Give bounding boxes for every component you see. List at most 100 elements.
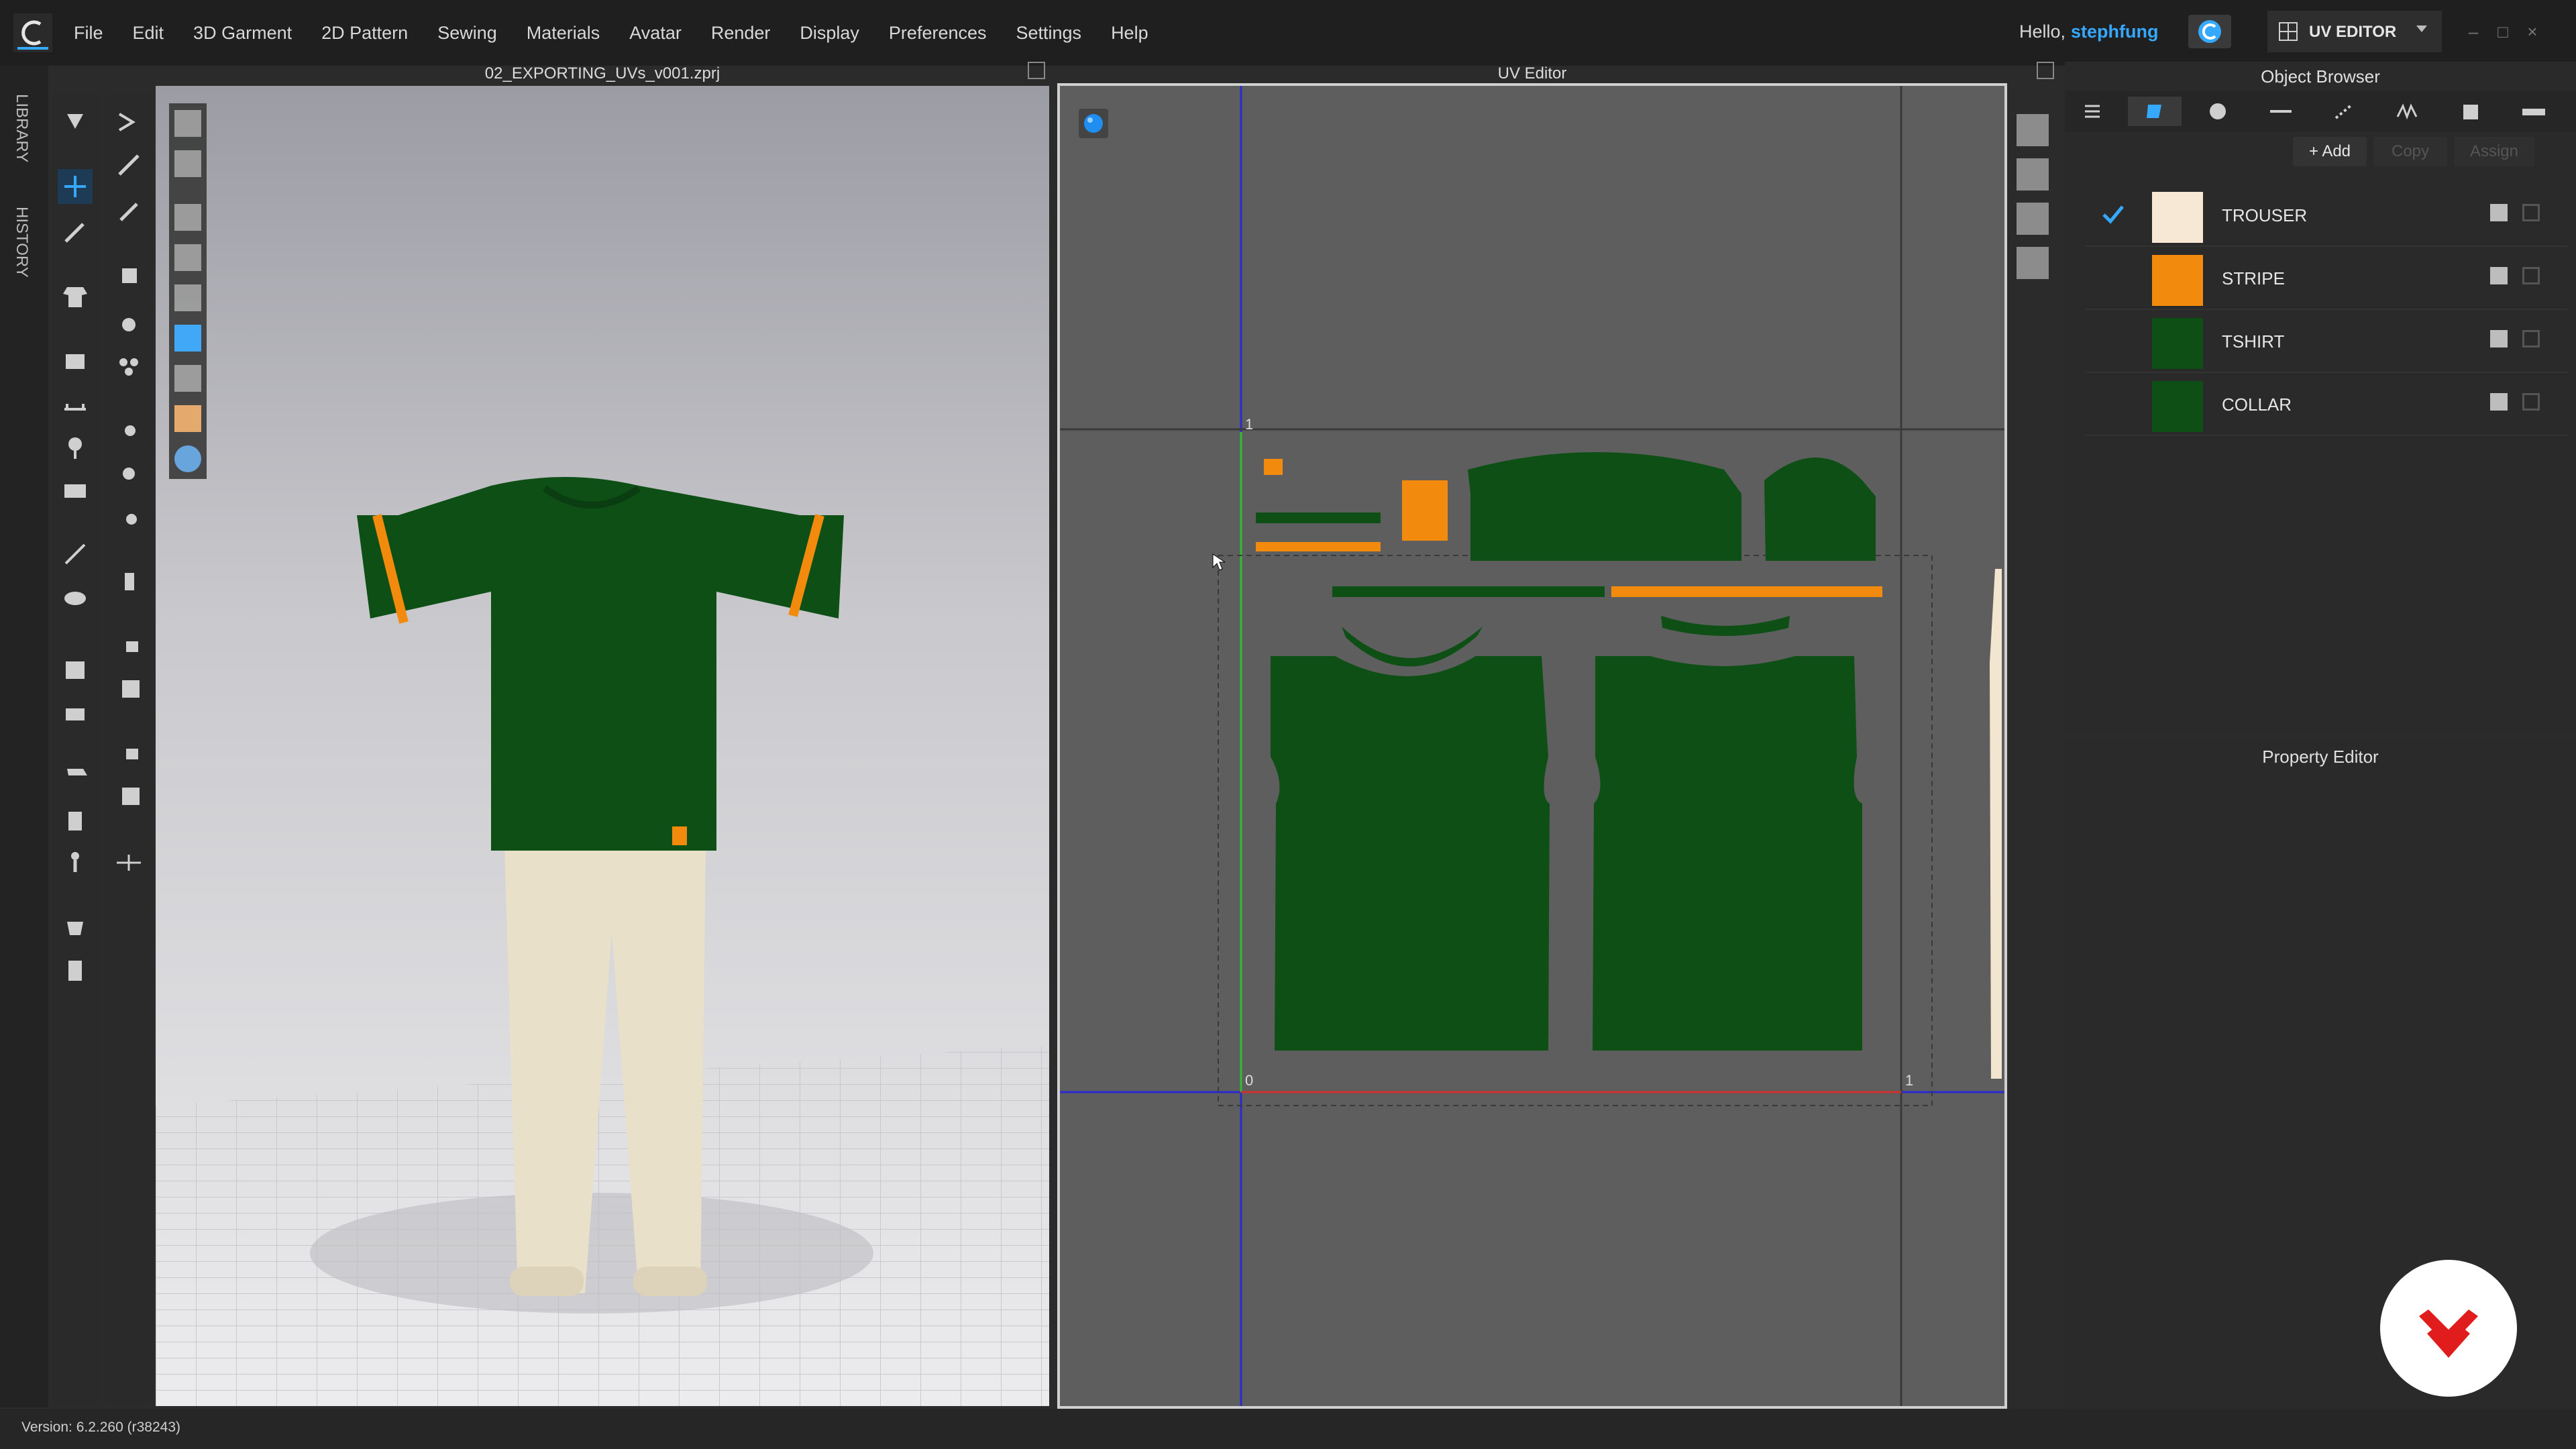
fabric-row-stripe[interactable]: STRIPE [2085, 247, 2568, 310]
trim-tab-icon[interactable] [2506, 97, 2560, 126]
texture-tool-icon[interactable] [111, 778, 146, 813]
button-tab-icon[interactable] [2191, 97, 2245, 126]
pin-tool-icon[interactable] [58, 429, 93, 464]
button-tool-icon[interactable] [58, 802, 93, 837]
select-move-tool-icon[interactable] [58, 105, 93, 140]
sphere-icon [1084, 114, 1103, 133]
maximize-icon[interactable]: □ [2491, 20, 2514, 43]
segment-sewing-icon[interactable] [111, 193, 146, 228]
menu-help[interactable]: Help [1111, 23, 1148, 44]
zipper-tool-icon[interactable] [58, 910, 93, 945]
menu-materials[interactable]: Materials [527, 23, 600, 44]
topstitch-tab-icon[interactable] [2317, 97, 2371, 126]
uv-display-toggle[interactable] [1079, 109, 1108, 138]
camera-tool-icon[interactable] [58, 472, 93, 507]
select-button-icon[interactable] [111, 456, 146, 491]
fabric-lock-icon[interactable] [2522, 393, 2540, 411]
fold-arrange-icon[interactable] [111, 105, 146, 140]
mouse-cursor-icon [1212, 553, 1225, 571]
3d-toolbar-left [52, 94, 99, 1402]
popout-icon[interactable] [2037, 62, 2054, 79]
grid-tool-icon[interactable] [111, 349, 146, 384]
minimize-icon[interactable]: – [2462, 20, 2485, 43]
sewing-edit-icon[interactable] [111, 258, 146, 292]
object-browser-title: Object Browser [2261, 66, 2380, 87]
uv-arrange-icon[interactable] [2017, 158, 2049, 191]
popout-icon[interactable] [1028, 62, 1045, 79]
list-view-icon[interactable] [2065, 97, 2118, 126]
edit-brush-icon[interactable] [58, 215, 93, 250]
gather-tool-icon[interactable] [111, 306, 146, 341]
fold-tool-icon[interactable] [58, 343, 93, 378]
add-fabric-button[interactable]: + Add [2293, 137, 2367, 166]
puckering-tool-icon[interactable] [58, 695, 93, 730]
uv-editor-canvas[interactable]: 1 0 1 [1057, 83, 2007, 1409]
uv-layout [1060, 86, 2004, 1406]
fabric-visibility-icon[interactable] [2490, 330, 2508, 347]
fabric-visibility-icon[interactable] [2490, 267, 2508, 284]
uv-snapshot-icon[interactable] [2017, 114, 2049, 146]
fabric-visibility-icon[interactable] [2490, 393, 2508, 411]
align-tool-icon[interactable] [111, 845, 146, 880]
puckering-tab-icon[interactable] [2380, 97, 2434, 126]
menu-edit[interactable]: Edit [133, 23, 164, 44]
checkmark-icon [2102, 205, 2124, 224]
uv-move-icon[interactable] [2017, 203, 2049, 235]
close-icon[interactable]: × [2521, 20, 2544, 43]
fabric-swatch [2152, 318, 2203, 369]
garment-3d[interactable] [156, 86, 1049, 1406]
app-logo-icon[interactable] [13, 13, 52, 52]
trim-tool-icon[interactable] [111, 671, 146, 706]
piping-tool-icon[interactable] [111, 735, 146, 770]
menu-preferences[interactable]: Preferences [889, 23, 987, 44]
fabric-row-tshirt[interactable]: TSHIRT [2085, 310, 2568, 373]
measure-tool-icon[interactable] [58, 386, 93, 421]
copy-fabric-button[interactable]: Copy [2373, 137, 2447, 166]
fabric-row-collar[interactable]: COLLAR [2085, 373, 2568, 436]
menu-display[interactable]: Display [800, 23, 859, 44]
topstitch-icon[interactable] [111, 628, 146, 663]
menu-render[interactable]: Render [711, 23, 771, 44]
menu-3d-garment[interactable]: 3D Garment [193, 23, 292, 44]
tab-library[interactable]: LIBRARY [12, 94, 31, 162]
menu-file[interactable]: File [74, 23, 103, 44]
tack-tool-icon[interactable] [58, 580, 93, 614]
fabric-lock-icon[interactable] [2522, 267, 2540, 284]
fabric-row-trouser[interactable]: TROUSER [2085, 184, 2568, 247]
needle-tool-icon[interactable] [111, 148, 146, 182]
object-browser-tabs [2065, 91, 2576, 131]
user-name[interactable]: stephfung [2071, 21, 2158, 42]
line-tool-icon[interactable] [58, 537, 93, 572]
cloud-icon [2198, 20, 2221, 43]
fabric-lock-icon[interactable] [2522, 204, 2540, 221]
graphic-tool-icon[interactable] [58, 652, 93, 687]
menu-avatar[interactable]: Avatar [629, 23, 682, 44]
fabric-lock-icon[interactable] [2522, 330, 2540, 347]
chevron-down-icon[interactable] [2416, 25, 2427, 32]
menu-settings[interactable]: Settings [1016, 23, 1082, 44]
uv-tool-strip [2010, 107, 2057, 309]
uv-scale-icon[interactable] [2017, 247, 2049, 279]
top-bar: File Edit 3D Garment 2D Pattern Sewing M… [0, 0, 2576, 66]
add-button-icon[interactable] [111, 413, 146, 448]
transform-tool-icon[interactable] [58, 169, 93, 204]
avatar-pose-icon[interactable] [58, 845, 93, 880]
cloud-button[interactable] [2188, 15, 2231, 48]
mode-selector[interactable]: UV EDITOR [2267, 11, 2442, 52]
menu-2d-pattern[interactable]: 2D Pattern [321, 23, 408, 44]
shirt-tool-icon[interactable] [58, 759, 93, 794]
fabric-visibility-icon[interactable] [2490, 204, 2508, 221]
fabric-name: TSHIRT [2222, 331, 2285, 352]
pin-add-icon[interactable] [111, 564, 146, 598]
buttonhole-tab-icon[interactable] [2254, 97, 2308, 126]
uv-label-origin: 0 [1245, 1072, 1254, 1089]
buttonhole-icon[interactable] [111, 499, 146, 534]
fabric-tab-icon[interactable] [2128, 97, 2182, 126]
viewport-3d[interactable] [156, 86, 1049, 1406]
menu-sewing[interactable]: Sewing [437, 23, 497, 44]
tab-history[interactable]: HISTORY [12, 207, 31, 278]
assign-fabric-button[interactable]: Assign [2454, 137, 2534, 166]
shirt-fit-icon[interactable] [58, 953, 93, 987]
piping-tab-icon[interactable] [2443, 97, 2497, 126]
garment-select-icon[interactable] [58, 279, 93, 314]
